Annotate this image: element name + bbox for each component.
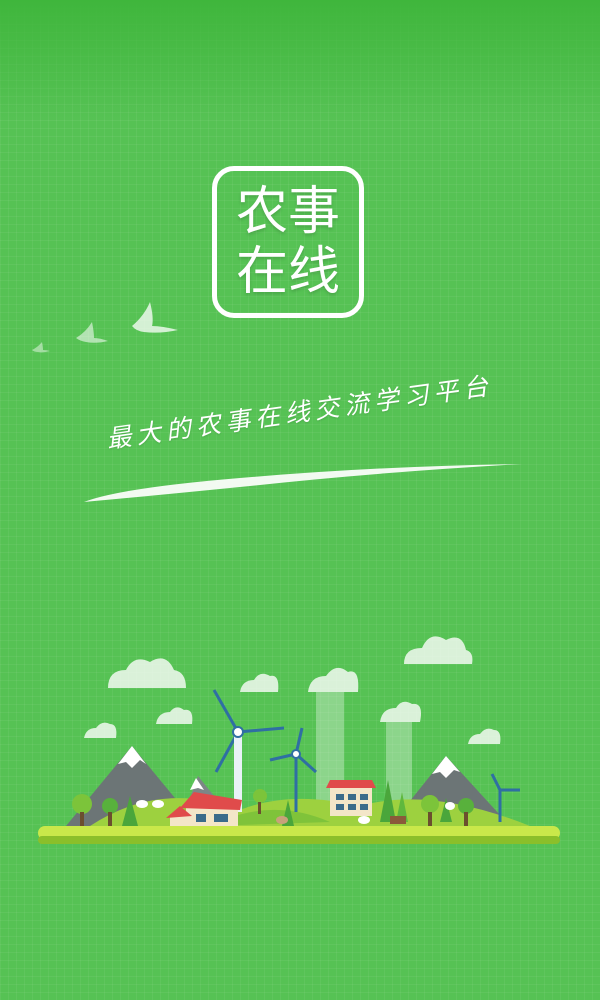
splash-screen: 农事 在线 最大的农事在线交流学习平台 (0, 0, 600, 1000)
swoosh-stroke (84, 464, 522, 502)
birds-icon (32, 302, 178, 353)
farm-landscape-illustration (38, 636, 560, 844)
logo-text-line-1: 农事 (235, 182, 340, 242)
status-bar-area (0, 0, 600, 120)
app-logo: 农事 在线 (212, 166, 364, 318)
logo-text-line-2: 在线 (235, 242, 340, 302)
